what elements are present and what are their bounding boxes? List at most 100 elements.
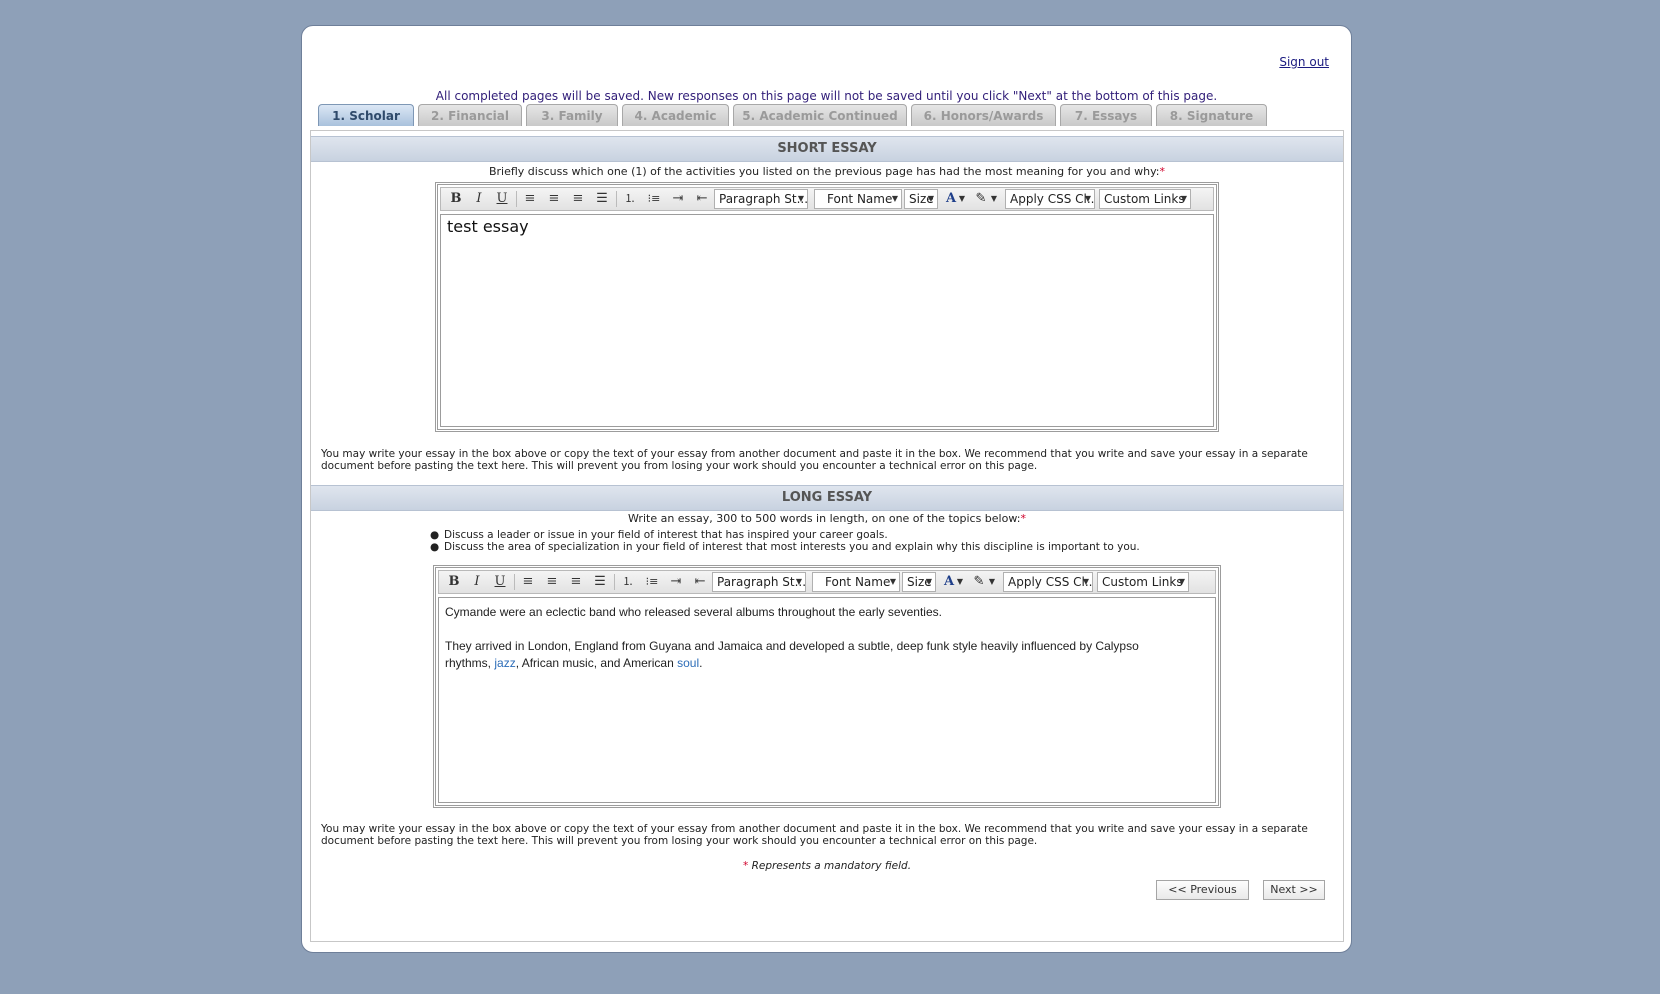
toolbar-separator: [614, 574, 615, 590]
soul-link[interactable]: soul: [677, 656, 699, 670]
chevron-down-icon: ▼: [889, 577, 896, 586]
paragraph-text: .: [699, 656, 703, 670]
italic-button[interactable]: I: [467, 573, 487, 591]
tab-academic-continued[interactable]: 5. Academic Continued: [733, 104, 907, 126]
chevron-down-icon[interactable]: ▼: [987, 573, 997, 591]
underline-button[interactable]: U: [490, 573, 510, 591]
tab-family[interactable]: 3. Family: [526, 104, 618, 126]
long-essay-prompt-text: Write an essay, 300 to 500 words in leng…: [628, 512, 1021, 525]
apply-css-class-select[interactable]: Apply CSS Cl... ▼: [1005, 189, 1095, 209]
essay-paragraph: Cymande were an eclectic band who releas…: [445, 605, 942, 619]
short-essay-prompt: Briefly discuss which one (1) of the act…: [311, 165, 1343, 178]
font-size-select[interactable]: Size ▼: [904, 189, 938, 209]
custom-links-select[interactable]: Custom Links ▼: [1097, 572, 1189, 592]
toolbar-separator: [516, 191, 517, 207]
application-card: Sign out All completed pages will be sav…: [301, 25, 1352, 953]
paragraph-text: , African music, and American: [515, 656, 674, 670]
outdent-icon[interactable]: ⇤: [692, 190, 712, 208]
topic-text: Discuss the area of specialization in yo…: [444, 541, 1140, 553]
short-essay-textarea[interactable]: test essay: [440, 214, 1214, 427]
font-name-select[interactable]: Font Name ▼: [814, 189, 902, 209]
bullet-icon: ●: [430, 541, 440, 553]
align-justify-icon[interactable]: ☰: [592, 190, 612, 208]
topic-text: Discuss a leader or issue in your field …: [444, 529, 888, 541]
align-right-icon[interactable]: ≡: [568, 190, 588, 208]
font-name-select[interactable]: Font Name ▼: [812, 572, 900, 592]
long-essay-textarea[interactable]: Cymande were an eclectic band who releas…: [438, 597, 1216, 803]
indent-icon[interactable]: ⇥: [668, 190, 688, 208]
align-left-icon[interactable]: ≡: [518, 573, 538, 591]
chevron-down-icon: ▼: [797, 194, 804, 203]
next-button[interactable]: Next >>: [1263, 880, 1325, 900]
save-notice: All completed pages will be saved. New r…: [435, 89, 1218, 103]
long-essay-header: LONG ESSAY: [311, 485, 1343, 511]
chevron-down-icon[interactable]: ▼: [989, 190, 999, 208]
paragraph-style-select[interactable]: Paragraph St... ▼: [714, 189, 808, 209]
short-essay-header: SHORT ESSAY: [311, 136, 1343, 162]
bulleted-list-icon[interactable]: ⁝≡: [644, 190, 664, 208]
long-essay-toolbar: B I U ≡ ≡ ≡ ☰ ⒈ ⁝≡ ⇥ ⇤ Paragraph St... ▼ …: [438, 570, 1216, 594]
apply-css-class-value: Apply CSS Cl...: [1010, 192, 1095, 206]
font-size-select[interactable]: Size ▼: [902, 572, 936, 592]
numbered-list-icon[interactable]: ⒈: [618, 573, 638, 591]
required-asterisk: *: [742, 860, 749, 872]
long-essay-prompt: Write an essay, 300 to 500 words in leng…: [311, 512, 1343, 525]
chevron-down-icon: ▼: [1082, 577, 1089, 586]
chevron-down-icon: ▼: [891, 194, 898, 203]
chevron-down-icon: ▼: [925, 577, 932, 586]
chevron-down-icon: ▼: [795, 577, 802, 586]
numbered-list-icon[interactable]: ⒈: [620, 190, 640, 208]
align-center-icon[interactable]: ≡: [544, 190, 564, 208]
chevron-down-icon[interactable]: ▼: [957, 190, 967, 208]
toolbar-separator: [616, 191, 617, 207]
tab-essays[interactable]: 7. Essays: [1060, 104, 1152, 126]
tab-academic[interactable]: 4. Academic: [622, 104, 729, 126]
align-right-icon[interactable]: ≡: [566, 573, 586, 591]
outdent-icon[interactable]: ⇤: [690, 573, 710, 591]
tab-honors-awards[interactable]: 6. Honors/Awards: [911, 104, 1056, 126]
short-essay-editor: B I U ≡ ≡ ≡ ☰ ⒈ ⁝≡ ⇥ ⇤ Paragraph St... ▼ …: [435, 182, 1219, 432]
apply-css-class-value: Apply CSS Cl...: [1008, 575, 1093, 589]
jazz-link[interactable]: jazz: [494, 656, 515, 670]
long-essay-editor: B I U ≡ ≡ ≡ ☰ ⒈ ⁝≡ ⇥ ⇤ Paragraph St... ▼ …: [433, 565, 1221, 808]
previous-button[interactable]: << Previous: [1156, 880, 1249, 900]
custom-links-value: Custom Links: [1104, 192, 1185, 206]
chevron-down-icon: ▼: [1084, 194, 1091, 203]
short-essay-prompt-text: Briefly discuss which one (1) of the act…: [488, 165, 1160, 178]
indent-icon[interactable]: ⇥: [666, 573, 686, 591]
custom-links-value: Custom Links: [1102, 575, 1183, 589]
font-name-value: Font Name: [827, 192, 893, 206]
chevron-down-icon[interactable]: ▼: [955, 573, 965, 591]
underline-button[interactable]: U: [492, 190, 512, 208]
required-asterisk: *: [1159, 165, 1166, 178]
italic-button[interactable]: I: [469, 190, 489, 208]
short-essay-toolbar: B I U ≡ ≡ ≡ ☰ ⒈ ⁝≡ ⇥ ⇤ Paragraph St... ▼ …: [440, 187, 1214, 211]
toolbar-separator: [514, 574, 515, 590]
align-left-icon[interactable]: ≡: [520, 190, 540, 208]
list-item: ● Discuss a leader or issue in your field…: [428, 529, 1148, 541]
bulleted-list-icon[interactable]: ⁝≡: [642, 573, 662, 591]
highlight-color-icon[interactable]: ✎: [971, 190, 991, 208]
custom-links-select[interactable]: Custom Links ▼: [1099, 189, 1191, 209]
long-essay-topics: ● Discuss a leader or issue in your field…: [428, 529, 1148, 553]
bullet-icon: ●: [430, 529, 440, 541]
tab-scholar[interactable]: 1. Scholar: [318, 104, 414, 126]
bold-button[interactable]: B: [446, 190, 466, 208]
short-essay-content: test essay: [447, 217, 529, 236]
short-essay-hint: You may write your essay in the box abov…: [321, 448, 1308, 472]
tab-financial[interactable]: 2. Financial: [418, 104, 522, 126]
bold-button[interactable]: B: [444, 573, 464, 591]
long-essay-hint: You may write your essay in the box abov…: [321, 823, 1308, 847]
long-essay-content: Cymande were an eclectic band who releas…: [445, 604, 1165, 672]
align-justify-icon[interactable]: ☰: [590, 573, 610, 591]
align-center-icon[interactable]: ≡: [542, 573, 562, 591]
tab-signature[interactable]: 8. Signature: [1156, 104, 1267, 126]
sign-out-link[interactable]: Sign out: [1279, 55, 1329, 69]
highlight-color-icon[interactable]: ✎: [969, 573, 989, 591]
mandatory-note-text: Represents a mandatory field.: [751, 860, 912, 872]
paragraph-style-select[interactable]: Paragraph St... ▼: [712, 572, 806, 592]
chevron-down-icon: ▼: [1178, 577, 1185, 586]
apply-css-class-select[interactable]: Apply CSS Cl... ▼: [1003, 572, 1093, 592]
essay-paragraph: They arrived in London, England from Guy…: [445, 638, 1165, 672]
